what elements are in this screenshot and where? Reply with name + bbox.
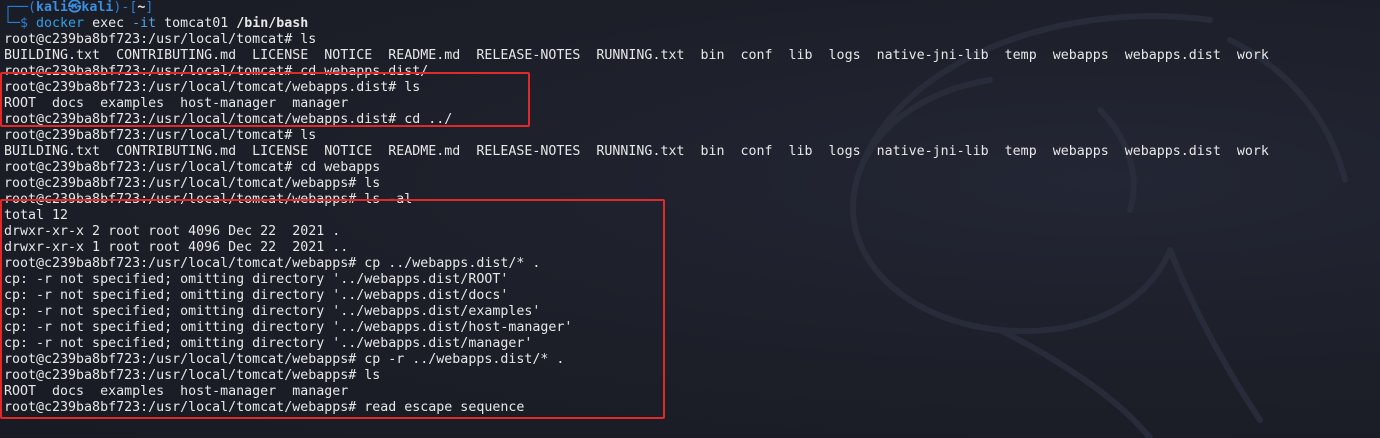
command-flag: -it xyxy=(132,16,157,31)
highlight-box-webapps-dist xyxy=(0,72,530,127)
terminal-window[interactable]: ┌──(kali㉿kali)-[~] └─$ docker exec -it t… xyxy=(0,0,1380,438)
command-container: tomcat01 xyxy=(156,16,237,31)
prompt-user: kali㉿kali xyxy=(36,0,114,15)
output-line: BUILDING.txt CONTRIBUTING.md LICENSE NOT… xyxy=(4,144,1269,159)
docker-command-line: └─$ docker exec -it tomcat01 /bin/bash xyxy=(4,16,1374,32)
prompt-prefix: └─$ xyxy=(4,16,37,31)
command-shell: /bin/bash xyxy=(236,16,309,31)
output-line: root@c239ba8bf723:/usr/local/tomcat# ls xyxy=(4,32,317,47)
shell-prompt-header: ┌──(kali㉿kali)-[~] xyxy=(4,0,1374,16)
output-line: root@c239ba8bf723:/usr/local/tomcat# ls xyxy=(4,128,317,143)
output-line: root@c239ba8bf723:/usr/local/tomcat/weba… xyxy=(4,176,381,191)
output-line: BUILDING.txt CONTRIBUTING.md LICENSE NOT… xyxy=(4,48,1269,63)
command-args: exec xyxy=(84,16,133,31)
highlight-box-copy-commands xyxy=(0,199,665,419)
prompt-bracket-open: ┌──( xyxy=(4,0,37,15)
command-name: docker xyxy=(36,16,85,31)
prompt-bracket-mid: )-[ xyxy=(113,0,138,15)
prompt-bracket-close: ] xyxy=(145,0,154,15)
output-line: root@c239ba8bf723:/usr/local/tomcat# cd … xyxy=(4,160,381,175)
